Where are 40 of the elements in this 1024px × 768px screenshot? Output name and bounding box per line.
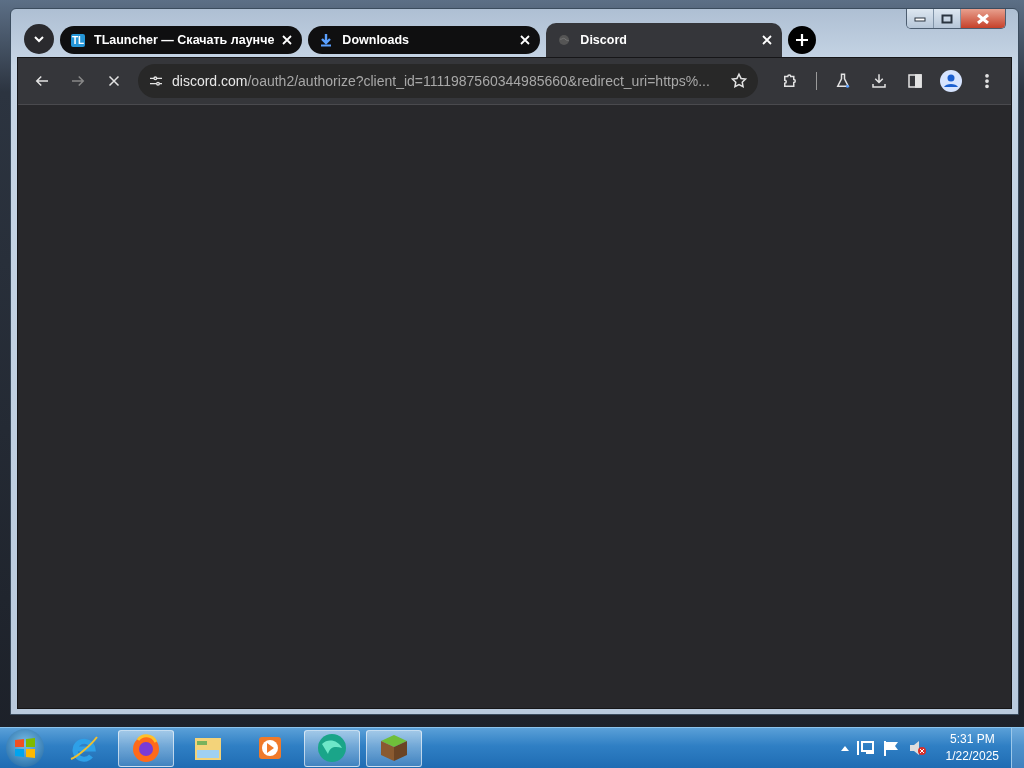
puzzle-icon[interactable] (781, 72, 799, 90)
taskbar-button[interactable] (366, 729, 422, 767)
browser-tab[interactable]: Downloads (308, 26, 541, 54)
maximize-button[interactable] (934, 9, 961, 28)
avatar-icon[interactable] (940, 70, 962, 92)
browser-tab[interactable]: TL TLauncher — Скачать лаунче (60, 26, 303, 54)
maximize-icon (941, 13, 953, 24)
tab-title: TLauncher — Скачать лаунче (94, 33, 275, 47)
new-tab-button[interactable] (788, 26, 817, 54)
tab-title: Discord (580, 33, 628, 47)
minimize-icon (914, 15, 926, 22)
network-icon[interactable] (855, 739, 876, 757)
close-icon[interactable] (282, 35, 293, 45)
tab-search-button[interactable] (24, 24, 54, 54)
taskbar-button[interactable] (118, 729, 174, 767)
close-icon[interactable] (762, 35, 773, 45)
fox-globe-icon (130, 732, 162, 764)
flask-icon[interactable] (834, 72, 852, 90)
taskbar-button[interactable] (304, 729, 360, 767)
close-button[interactable] (961, 9, 1005, 28)
tab-logo-icon: TL (70, 33, 86, 47)
browser-tab[interactable]: Discord (546, 23, 783, 57)
star-icon[interactable] (730, 72, 748, 90)
sphere-icon (316, 732, 348, 764)
tab-title: Downloads (342, 33, 411, 47)
download-icon[interactable] (870, 72, 888, 90)
speaker-icon[interactable] (907, 739, 928, 757)
side-panel-icon[interactable] (906, 72, 924, 90)
close-icon (976, 12, 990, 25)
caret-icon (33, 35, 45, 43)
plus-icon (795, 33, 810, 47)
download-icon (320, 33, 333, 47)
address-bar[interactable]: discord.com/oauth2/authorize?client_id=1111987560344985660&redirect_uri=https%... (138, 64, 758, 98)
close-icon[interactable] (520, 35, 531, 45)
play-icon (256, 734, 284, 762)
start-button[interactable] (13, 736, 37, 760)
grass-block-icon (379, 733, 409, 763)
clock[interactable]: 5:31 PM 1/22/2025 (945, 731, 999, 765)
globe-icon (558, 34, 571, 46)
show-hidden-icons-icon[interactable] (839, 744, 850, 752)
